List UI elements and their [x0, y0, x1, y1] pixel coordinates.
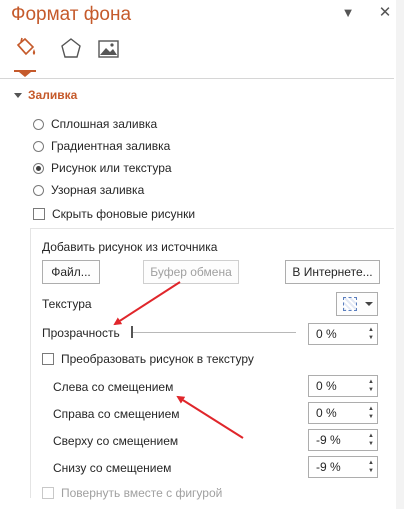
hide-background-label: Скрыть фоновые рисунки	[52, 207, 196, 221]
texture-swatch-icon	[343, 297, 357, 311]
dropdown-arrow-icon	[365, 302, 373, 306]
radio-solid-fill[interactable]: Сплошная заливка	[33, 117, 157, 131]
transparency-spinner[interactable]: 0 % ▲ ▼	[308, 323, 378, 345]
offset-bottom-label: Снизу со смещением	[53, 461, 172, 475]
spinner-arrows-icon[interactable]: ▲ ▼	[365, 324, 377, 344]
radio-label: Узорная заливка	[51, 183, 145, 197]
radio-button[interactable]	[33, 140, 44, 152]
offset-right-label: Справа со смещением	[53, 407, 180, 421]
triangle-down-icon[interactable]: ▼	[341, 6, 355, 20]
transparency-value[interactable]: 0 %	[309, 327, 365, 341]
close-icon[interactable]: ✕	[378, 5, 392, 20]
hide-background-checkbox-row[interactable]: Скрыть фоновые рисунки	[33, 207, 195, 221]
insert-from-label: Добавить рисунок из источника	[42, 240, 218, 254]
tile-label: Преобразовать рисунок в текстуру	[61, 352, 254, 366]
collapse-triangle-icon	[14, 93, 22, 99]
offset-right-spinner[interactable]: 0 % ▲ ▼	[308, 402, 378, 424]
picture-icon	[98, 40, 119, 58]
tile-checkbox-row[interactable]: Преобразовать рисунок в текстуру	[42, 352, 254, 366]
online-button[interactable]: В Интернете...	[285, 260, 380, 284]
radio-gradient-fill[interactable]: Градиентная заливка	[33, 139, 170, 153]
offset-top-spinner[interactable]: -9 % ▲ ▼	[308, 429, 378, 451]
fill-section-title: Заливка	[28, 88, 78, 102]
rotate-with-shape-checkbox[interactable]	[42, 487, 54, 499]
rotate-with-shape-label: Повернуть вместе с фигурой	[61, 486, 223, 500]
offset-bottom-spinner[interactable]: -9 % ▲ ▼	[308, 456, 378, 478]
hide-background-checkbox[interactable]	[33, 208, 45, 220]
active-tab-caret	[19, 72, 31, 77]
tab-fill-line[interactable]	[12, 36, 38, 62]
radio-button[interactable]	[33, 118, 44, 130]
tab-picture[interactable]	[96, 36, 122, 62]
tile-checkbox[interactable]	[42, 353, 54, 365]
transparency-slider-thumb[interactable]	[131, 326, 133, 338]
radio-label: Градиентная заливка	[51, 139, 171, 153]
offset-left-value[interactable]: 0 %	[309, 379, 365, 393]
spinner-arrows-icon[interactable]: ▲ ▼	[365, 430, 377, 450]
paint-bucket-icon	[16, 37, 36, 56]
offset-top-label: Сверху со смещением	[53, 434, 179, 448]
spinner-arrows-icon[interactable]: ▲ ▼	[365, 376, 377, 396]
file-button[interactable]: Файл...	[42, 260, 100, 284]
pane-tabs	[0, 34, 404, 74]
fill-section-header[interactable]: Заливка	[14, 88, 77, 102]
rotate-with-shape-row[interactable]: Повернуть вместе с фигурой	[42, 486, 222, 500]
transparency-slider-track[interactable]	[131, 332, 296, 333]
radio-button-selected[interactable]	[33, 162, 44, 174]
radio-pattern-fill[interactable]: Узорная заливка	[33, 183, 144, 197]
pane-scrollbar[interactable]	[396, 0, 404, 509]
tab-effects[interactable]	[58, 36, 84, 62]
spinner-arrows-icon[interactable]: ▲ ▼	[365, 403, 377, 423]
tabs-divider	[0, 78, 394, 79]
texture-label: Текстура	[42, 297, 92, 311]
radio-label: Сплошная заливка	[51, 117, 158, 131]
texture-picker-button[interactable]	[336, 292, 378, 316]
offset-bottom-value[interactable]: -9 %	[309, 460, 365, 474]
offset-left-spinner[interactable]: 0 % ▲ ▼	[308, 375, 378, 397]
clipboard-button[interactable]: Буфер обмена	[143, 260, 239, 284]
offset-left-label: Слева со смещением	[53, 380, 174, 394]
pane-title: Формат фона	[11, 4, 132, 25]
radio-button[interactable]	[33, 184, 44, 196]
spinner-arrows-icon[interactable]: ▲ ▼	[365, 457, 377, 477]
offset-right-value[interactable]: 0 %	[309, 406, 365, 420]
pentagon-icon	[61, 38, 81, 58]
offset-top-value[interactable]: -9 %	[309, 433, 365, 447]
format-background-pane: Формат фона ▼ ✕ Заливка Сплошная заливка…	[0, 0, 404, 509]
radio-picture-texture-fill[interactable]: Рисунок или текстура	[33, 161, 172, 175]
transparency-label: Прозрачность	[42, 326, 120, 340]
radio-label: Рисунок или текстура	[51, 161, 172, 175]
